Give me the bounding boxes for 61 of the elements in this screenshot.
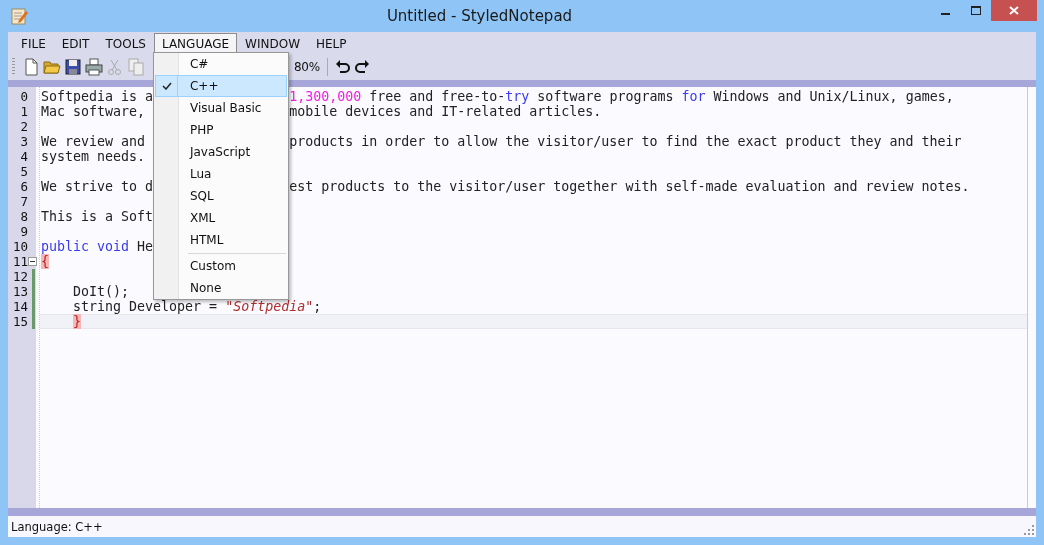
maximize-icon[interactable]	[971, 6, 981, 15]
menu-option[interactable]: PHP	[154, 119, 287, 141]
menu-option[interactable]: C#	[154, 53, 287, 75]
code-line: 1,300,000 free and free-to-try software programs for Windows and Unix/Linux, games,	[289, 89, 954, 104]
menu-option[interactable]: SQL	[154, 185, 287, 207]
menu-item[interactable]: TOOLS	[97, 33, 154, 53]
code-line: Mac software,	[41, 104, 146, 119]
redo-icon[interactable]	[353, 58, 370, 75]
line-number: 8	[19, 209, 29, 224]
code-line: We review and	[41, 134, 146, 149]
line-number: 5	[19, 164, 29, 179]
menu-option[interactable]: Lua	[154, 163, 287, 185]
menu-option[interactable]: XML	[154, 207, 287, 229]
status-text: Language: C++	[11, 519, 104, 534]
code-line: system needs.	[41, 149, 146, 164]
code-line: Softpedia is a	[41, 89, 154, 104]
code-line: string Developer = "Softpedia";	[72, 299, 322, 314]
new-file-icon[interactable]	[22, 57, 40, 76]
menu-option[interactable]: HTML	[154, 229, 287, 251]
line-number: 9	[19, 224, 29, 239]
resize-grip-icon[interactable]	[1024, 524, 1034, 535]
save-icon[interactable]	[64, 57, 82, 76]
line-number: 3	[19, 134, 29, 149]
code-line: DoIt();	[72, 284, 130, 299]
line-number: 14	[11, 299, 29, 314]
menu-option[interactable]: C++	[154, 75, 287, 97]
menu-item[interactable]: HELP	[308, 33, 355, 53]
code-line: This is a Soft	[41, 209, 154, 224]
close-button[interactable]	[991, 0, 1037, 21]
line-number: 12	[11, 269, 29, 284]
menu-option[interactable]: Visual Basic	[154, 97, 287, 119]
line-number: 10	[11, 239, 29, 254]
undo-icon[interactable]	[334, 58, 351, 75]
menu-option[interactable]: JavaScript	[154, 141, 287, 163]
line-number: 1	[19, 104, 29, 119]
line-number: 13	[11, 284, 29, 299]
code-line: est products to the visitor/user together with self-made evaluation and review notes.	[289, 179, 970, 194]
line-number: 0	[19, 89, 29, 104]
collapse-icon[interactable]	[28, 257, 37, 266]
line-number: 4	[19, 149, 29, 164]
menu-item[interactable]: LANGUAGE	[153, 33, 238, 53]
menu-item[interactable]: FILE	[13, 33, 54, 53]
zoom-level: 80%	[294, 59, 320, 74]
code-line: public void He	[41, 239, 154, 254]
code-line: products in order to allow the visitor/user to find the exact product they and their	[289, 134, 962, 149]
code-line: We strive to d	[41, 179, 154, 194]
window-title: Untitled - StyledNotepad	[385, 7, 574, 25]
check-icon[interactable]	[161, 82, 172, 90]
menu-item[interactable]: EDIT	[53, 33, 98, 53]
notepad-icon[interactable]	[10, 7, 28, 25]
line-number: 15	[11, 314, 29, 329]
menu-item[interactable]: WINDOW	[237, 33, 308, 53]
menu-option[interactable]: Custom	[154, 255, 287, 277]
line-number: 2	[19, 119, 29, 134]
line-number: 7	[19, 194, 29, 209]
print-icon[interactable]	[85, 57, 103, 76]
line-number: 11	[11, 254, 29, 269]
code-line: mobile devices and IT-related articles.	[289, 104, 602, 119]
line-number: 6	[19, 179, 29, 194]
close-icon[interactable]	[1009, 6, 1019, 15]
menu-option[interactable]: None	[154, 277, 287, 299]
